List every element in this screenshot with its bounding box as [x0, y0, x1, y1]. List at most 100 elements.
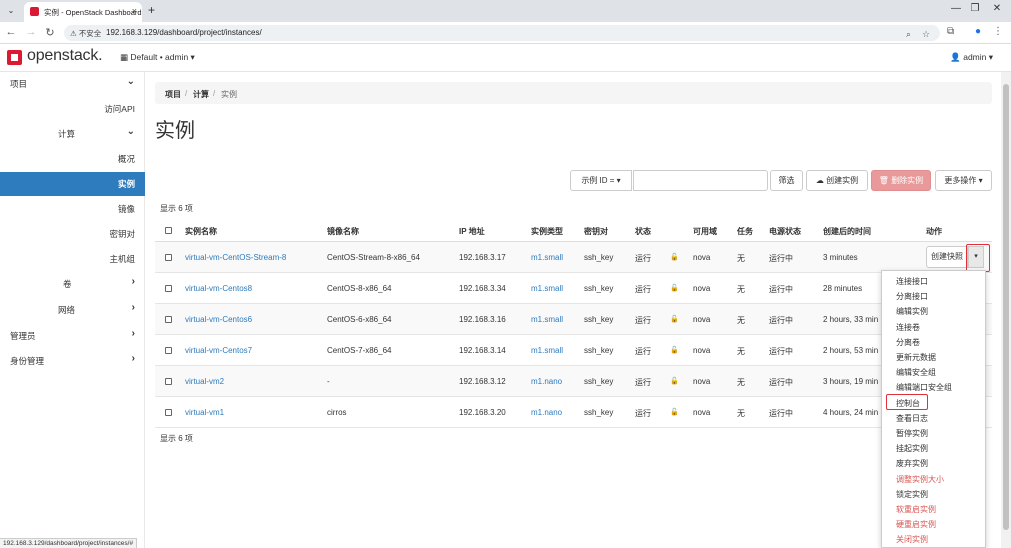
- menu-item-soft-reboot[interactable]: 软重启实例: [896, 504, 936, 515]
- flavor-link[interactable]: m1.nano: [531, 377, 562, 386]
- more-actions-button[interactable]: 更多操作 ▾: [935, 170, 992, 191]
- new-tab-icon[interactable]: +: [148, 3, 155, 17]
- menu-item-resize-instance[interactable]: 调整实例大小: [896, 474, 944, 485]
- menu-item-shelve-instance[interactable]: 废弃实例: [896, 458, 928, 469]
- user-menu[interactable]: 👤 admin ▾: [950, 52, 993, 63]
- task: 无: [737, 378, 745, 387]
- maximize-icon[interactable]: ❐: [967, 3, 983, 14]
- sidebar-item-network[interactable]: 网络 ›: [0, 298, 145, 322]
- bookmark-star-icon[interactable]: ☆: [922, 29, 930, 40]
- delete-instances-button[interactable]: 🗑 删除实例: [871, 170, 931, 191]
- menu-item-attach-volume[interactable]: 连接卷: [896, 322, 920, 333]
- menu-item-suspend-instance[interactable]: 挂起实例: [896, 443, 928, 454]
- row-checkbox[interactable]: [165, 347, 172, 354]
- col-instance-name[interactable]: 实例名称: [185, 226, 217, 237]
- console-highlight-box: [886, 394, 928, 410]
- key-pair: ssh_key: [584, 408, 614, 417]
- instance-name-link[interactable]: virtual-vm-Centos7: [185, 346, 252, 355]
- menu-item-detach-volume[interactable]: 分离卷: [896, 337, 920, 348]
- row-checkbox[interactable]: [165, 254, 172, 261]
- instance-name-link[interactable]: virtual-vm2: [185, 377, 224, 386]
- select-all-checkbox[interactable]: [165, 227, 172, 234]
- sidebar-item-instances[interactable]: 实例: [0, 172, 145, 196]
- sidebar-item-server-groups[interactable]: 主机组: [0, 247, 145, 271]
- col-ip-address[interactable]: IP 地址: [459, 226, 485, 237]
- flavor-link[interactable]: m1.nano: [531, 408, 562, 417]
- flavor-link[interactable]: m1.small: [531, 346, 563, 355]
- row-checkbox[interactable]: [165, 409, 172, 416]
- back-icon[interactable]: ←: [4, 26, 18, 38]
- flavor-link[interactable]: m1.small: [531, 253, 563, 262]
- instance-name-link[interactable]: virtual-vm1: [185, 408, 224, 417]
- age: 4 hours, 24 min: [823, 408, 879, 417]
- menu-item-detach-interface[interactable]: 分离接口: [896, 291, 928, 302]
- sidebar-item-identity[interactable]: 身份管理 ›: [0, 349, 145, 373]
- extensions-icon[interactable]: ⧉: [947, 26, 954, 37]
- col-task[interactable]: 任务: [737, 226, 753, 237]
- menu-item-shut-off[interactable]: 关闭实例: [896, 534, 928, 545]
- flavor-link[interactable]: m1.small: [531, 284, 563, 293]
- row-checkbox[interactable]: [165, 285, 172, 292]
- tab-search-icon[interactable]: ⌄: [4, 4, 18, 18]
- menu-item-edit-security-groups[interactable]: 编辑安全组: [896, 367, 936, 378]
- openstack-favicon-icon: [30, 7, 39, 16]
- zoom-icon[interactable]: ⌕: [906, 29, 911, 40]
- instance-name-link[interactable]: virtual-vm-CentOS-Stream-8: [185, 253, 286, 262]
- sidebar-item-admin[interactable]: 管理员 ›: [0, 324, 145, 348]
- menu-item-pause-instance[interactable]: 暂停实例: [896, 428, 928, 439]
- image-name: CentOS-8-x86_64: [327, 284, 392, 293]
- browser-menu-icon[interactable]: ⋮: [993, 26, 1003, 37]
- tab-close-icon[interactable]: ×: [132, 6, 137, 16]
- row-checkbox[interactable]: [165, 378, 172, 385]
- filter-button[interactable]: 筛选: [770, 170, 803, 191]
- instance-name-link[interactable]: virtual-vm-Centos6: [185, 315, 252, 324]
- profile-icon[interactable]: ●: [975, 26, 981, 37]
- breadcrumb-compute[interactable]: 计算: [193, 89, 209, 100]
- scrollbar-thumb[interactable]: [1003, 84, 1009, 530]
- filter-field-select[interactable]: 示例 ID = ▾: [570, 170, 632, 191]
- reload-icon[interactable]: ↻: [43, 26, 57, 39]
- ip-address: 192.168.3.14: [459, 346, 506, 355]
- menu-item-hard-reboot[interactable]: 硬重启实例: [896, 519, 936, 530]
- page-scrollbar[interactable]: [1001, 72, 1011, 548]
- sidebar-item-api-access[interactable]: 访问API: [0, 97, 145, 121]
- col-key-pair[interactable]: 密钥对: [584, 226, 608, 237]
- instance-name-link[interactable]: virtual-vm-Centos8: [185, 284, 252, 293]
- insecure-warning[interactable]: ⚠ 不安全: [70, 28, 101, 39]
- project-picker[interactable]: ▦ Default • admin ▾: [120, 52, 195, 63]
- menu-item-view-log[interactable]: 查看日志: [896, 413, 928, 424]
- breadcrumb-project[interactable]: 项目: [165, 89, 181, 100]
- col-age[interactable]: 创建后的时间: [823, 226, 871, 237]
- minimize-icon[interactable]: —: [948, 3, 964, 14]
- power-state: 运行中: [769, 316, 793, 325]
- sidebar-item-volumes[interactable]: 卷 ›: [0, 272, 145, 296]
- menu-item-lock-instance[interactable]: 锁定实例: [896, 489, 928, 500]
- sidebar-item-images[interactable]: 镜像: [0, 197, 145, 221]
- col-flavor[interactable]: 实例类型: [531, 226, 563, 237]
- col-availability-zone[interactable]: 可用域: [693, 226, 717, 237]
- flavor-link[interactable]: m1.small: [531, 315, 563, 324]
- sidebar-item-label: 概况: [117, 154, 135, 164]
- filter-input[interactable]: [633, 170, 768, 191]
- col-power-state[interactable]: 电源状态: [769, 226, 801, 237]
- window-close-icon[interactable]: ✕: [989, 3, 1005, 14]
- forward-icon[interactable]: →: [24, 26, 38, 38]
- sidebar-item-compute[interactable]: 计算 ⌄: [0, 122, 145, 146]
- menu-item-edit-port-security-groups[interactable]: 编辑端口安全组: [896, 382, 952, 393]
- sidebar-item-key-pairs[interactable]: 密钥对: [0, 222, 145, 246]
- url-input[interactable]: ⚠ 不安全 192.168.3.129/dashboard/project/in…: [64, 25, 940, 41]
- sidebar-item-project[interactable]: 项目 ⌄: [0, 72, 145, 96]
- menu-item-attach-interface[interactable]: 连接接口: [896, 276, 928, 287]
- menu-item-update-metadata[interactable]: 更新元数据: [896, 352, 936, 363]
- sidebar-item-overview[interactable]: 概况: [0, 147, 145, 171]
- menu-item-edit-instance[interactable]: 编辑实例: [896, 306, 928, 317]
- row-checkbox[interactable]: [165, 316, 172, 323]
- create-instance-button[interactable]: ☁ 创建实例: [806, 170, 868, 191]
- breadcrumb-separator: /: [185, 89, 188, 98]
- col-status[interactable]: 状态: [635, 226, 651, 237]
- openstack-logo-text[interactable]: openstack.: [27, 47, 103, 65]
- col-image-name[interactable]: 镜像名称: [327, 226, 359, 237]
- browser-tab[interactable]: 实例 - OpenStack Dashboard ×: [24, 2, 142, 22]
- create-snapshot-button[interactable]: 创建快照: [926, 246, 968, 268]
- openstack-logo-icon[interactable]: [7, 50, 22, 65]
